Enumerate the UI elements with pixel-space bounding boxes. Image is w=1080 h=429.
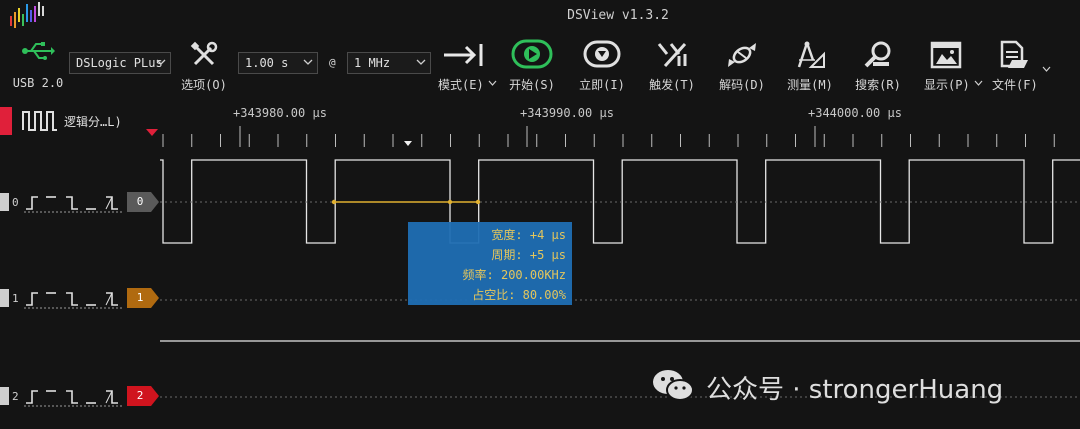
file-button[interactable]: 文件(F) xyxy=(988,40,1051,93)
sample-rate-select[interactable]: 1 MHz xyxy=(347,52,431,74)
sample-rate-value: 1 MHz xyxy=(354,56,391,70)
start-button[interactable]: 开始(S) xyxy=(504,38,560,93)
chevron-down-icon xyxy=(156,59,166,65)
at-sign-label: @ xyxy=(329,56,336,69)
display-window-icon xyxy=(930,41,962,69)
file-folder-icon xyxy=(1000,40,1028,68)
window-title: DSView v1.3.2 xyxy=(567,8,669,23)
usb-status: USB 2.0 xyxy=(8,40,68,90)
channel-2-handle[interactable] xyxy=(0,387,9,405)
measure-point xyxy=(331,199,337,205)
channel-1-index: 1 xyxy=(12,292,19,305)
instant-label: 立即(I) xyxy=(579,78,625,92)
trigger-label: 触发(T) xyxy=(649,78,695,92)
measure-duty: 占空比: 80.00% xyxy=(472,288,566,302)
trigger-options-icon[interactable] xyxy=(24,387,124,407)
measure-point xyxy=(447,199,453,205)
channel-2-tag-label: 2 xyxy=(136,389,144,402)
measure-label: 测量(M) xyxy=(787,78,833,92)
magnifier-icon xyxy=(864,41,891,68)
measure-button[interactable]: 测量(M) xyxy=(782,40,838,93)
options-label: 选项(O) xyxy=(181,78,227,92)
measure-point xyxy=(475,199,481,205)
play-circle-icon xyxy=(511,39,553,69)
device-select[interactable]: DSLogic PLus xyxy=(69,52,171,74)
channel-1-tag-label: 1 xyxy=(136,291,144,304)
chevron-down-icon xyxy=(1042,66,1051,72)
trigger-icon xyxy=(657,42,687,68)
decode-label: 解码(D) xyxy=(719,78,765,92)
channel-1-handle[interactable] xyxy=(0,289,9,307)
device-value: DSLogic PLus xyxy=(76,56,163,70)
trigger-options-icon[interactable] xyxy=(24,193,124,213)
options-button[interactable]: 选项(O) xyxy=(178,40,230,93)
watermark-text: 公众号 · strongerHuang xyxy=(706,375,1004,405)
channel-2-tag[interactable]: 2 xyxy=(127,386,159,406)
measurement-popup: 宽度: +4 μs 周期: +5 μs 频率: 200.00KHz 占空比: 8… xyxy=(408,222,572,305)
measure-period: 周期: +5 μs xyxy=(491,248,566,262)
trigger-button[interactable]: 触发(T) xyxy=(644,40,700,93)
channel-2-index: 2 xyxy=(12,390,19,403)
display-label: 显示(P) xyxy=(924,78,970,92)
search-button[interactable]: 搜索(R) xyxy=(850,40,906,93)
file-label: 文件(F) xyxy=(992,78,1038,92)
sample-time-value: 1.00 s xyxy=(245,56,289,70)
chevron-down-icon xyxy=(974,80,983,86)
start-label: 开始(S) xyxy=(509,78,555,92)
instant-capture-icon xyxy=(583,40,621,68)
chevron-down-icon xyxy=(303,59,313,65)
wrench-screwdriver-icon xyxy=(190,41,218,66)
channel-0-tag[interactable]: 0 xyxy=(127,192,159,212)
mode-label: 模式(E) xyxy=(438,78,484,92)
usb-label: USB 2.0 xyxy=(12,76,64,90)
trigger-options-icon[interactable] xyxy=(24,289,124,309)
channel-1-tag[interactable]: 1 xyxy=(127,288,159,308)
sample-time-select[interactable]: 1.00 s xyxy=(238,52,318,74)
decode-button[interactable]: 解码(D) xyxy=(714,40,770,93)
decode-candy-icon xyxy=(728,43,756,67)
measure-frequency: 频率: 200.00KHz xyxy=(462,268,566,282)
channel-0-index: 0 xyxy=(12,196,19,209)
compass-ruler-icon xyxy=(797,41,825,68)
arrow-to-bar-icon xyxy=(444,44,483,66)
display-button[interactable]: 显示(P) xyxy=(920,40,983,93)
chevron-down-icon xyxy=(416,59,426,65)
mode-button[interactable]: 模式(E) xyxy=(438,40,497,93)
instant-button[interactable]: 立即(I) xyxy=(574,38,630,93)
measure-width: 宽度: +4 μs xyxy=(491,228,566,242)
wechat-icon xyxy=(653,370,694,401)
channel-0-handle[interactable] xyxy=(0,193,9,211)
chevron-down-icon xyxy=(488,80,497,86)
time-ruler[interactable] xyxy=(0,100,1080,152)
search-label: 搜索(R) xyxy=(855,78,901,92)
cursor-marker-icon[interactable] xyxy=(402,139,414,149)
usb-icon xyxy=(22,42,55,60)
channel-0-tag-label: 0 xyxy=(136,195,144,208)
